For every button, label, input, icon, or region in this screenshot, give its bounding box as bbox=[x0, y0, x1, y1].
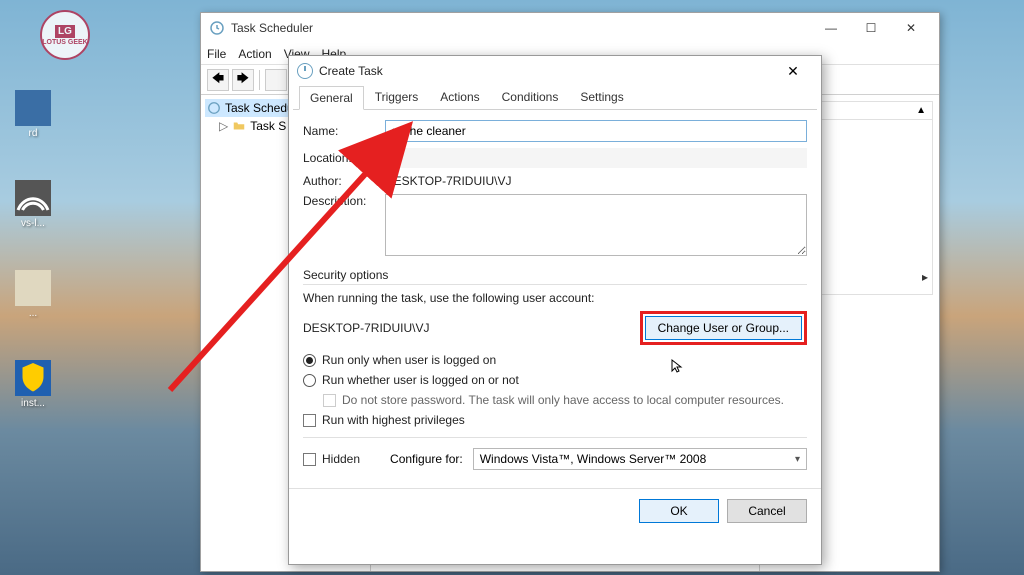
tab-actions[interactable]: Actions bbox=[429, 85, 490, 109]
checkbox-highest-privileges[interactable]: Run with highest privileges bbox=[303, 413, 807, 427]
tab-conditions[interactable]: Conditions bbox=[491, 85, 570, 109]
location-value: \ bbox=[385, 148, 807, 168]
dialog-title: Create Task bbox=[319, 64, 383, 78]
cancel-button[interactable]: Cancel bbox=[727, 499, 807, 523]
annotation-highlight: Change User or Group... bbox=[640, 311, 807, 345]
close-button[interactable]: ✕ bbox=[773, 60, 813, 82]
desktop-icon[interactable]: inst... bbox=[8, 360, 58, 409]
tab-general[interactable]: General bbox=[299, 86, 364, 110]
radio-label: Run whether user is logged on or not bbox=[322, 373, 519, 387]
maximize-button[interactable]: ☐ bbox=[851, 17, 891, 39]
author-value: DESKTOP-7RIDUIU\VJ bbox=[385, 174, 807, 188]
radio-run-whether[interactable]: Run whether user is logged on or not bbox=[303, 373, 807, 387]
security-account: DESKTOP-7RIDUIU\VJ bbox=[303, 321, 630, 335]
checkbox-icon bbox=[323, 394, 336, 407]
tab-bar: General Triggers Actions Conditions Sett… bbox=[293, 86, 817, 110]
clock-icon bbox=[209, 20, 225, 36]
location-label: Location: bbox=[303, 151, 377, 165]
name-label: Name: bbox=[303, 124, 377, 138]
desktop-icon-label: rd bbox=[29, 128, 38, 139]
checkbox-label: Do not store password. The task will onl… bbox=[342, 393, 784, 407]
change-user-group-button[interactable]: Change User or Group... bbox=[645, 316, 802, 340]
desktop-icon[interactable]: vs-l... bbox=[8, 180, 58, 229]
forward-button[interactable]: 🡆 bbox=[232, 69, 254, 91]
checkbox-label: Hidden bbox=[322, 452, 360, 466]
folder-icon bbox=[232, 119, 246, 133]
checkbox-icon bbox=[303, 453, 316, 466]
desktop-icon[interactable]: ... bbox=[8, 270, 58, 319]
desktop-icon[interactable]: rd bbox=[8, 90, 58, 139]
radio-icon bbox=[303, 374, 316, 387]
titlebar[interactable]: Task Scheduler — ☐ ✕ bbox=[201, 13, 939, 43]
collapse-icon[interactable]: ▲ bbox=[916, 105, 926, 116]
security-options-header: Security options bbox=[303, 268, 807, 285]
minimize-button[interactable]: — bbox=[811, 17, 851, 39]
name-input[interactable] bbox=[385, 120, 807, 142]
description-input[interactable] bbox=[385, 194, 807, 256]
close-button[interactable]: ✕ bbox=[891, 17, 931, 39]
window-title: Task Scheduler bbox=[231, 21, 313, 35]
clock-icon bbox=[207, 101, 221, 115]
description-label: Description: bbox=[303, 194, 377, 208]
desktop-icon-label: vs-l... bbox=[21, 218, 45, 229]
create-task-dialog: Create Task ✕ General Triggers Actions C… bbox=[288, 55, 822, 565]
back-button[interactable]: 🡄 bbox=[207, 69, 229, 91]
radio-icon bbox=[303, 354, 316, 367]
tree-node-label: Task S bbox=[250, 119, 286, 133]
author-label: Author: bbox=[303, 174, 377, 188]
menu-action[interactable]: Action bbox=[238, 47, 271, 61]
checkbox-label: Run with highest privileges bbox=[322, 413, 465, 427]
tab-settings[interactable]: Settings bbox=[569, 85, 634, 109]
configure-for-combo[interactable]: Windows Vista™, Windows Server™ 2008 ▾ bbox=[473, 448, 807, 470]
menu-file[interactable]: File bbox=[207, 47, 226, 61]
checkbox-icon bbox=[303, 414, 316, 427]
clock-icon bbox=[297, 63, 313, 79]
tab-triggers[interactable]: Triggers bbox=[364, 85, 430, 109]
radio-run-logged-on[interactable]: Run only when user is logged on bbox=[303, 353, 807, 367]
desktop-icon-label: inst... bbox=[21, 398, 45, 409]
watermark-logo: LG LOTUS GEEK bbox=[40, 10, 90, 60]
ok-button[interactable]: OK bbox=[639, 499, 719, 523]
radio-label: Run only when user is logged on bbox=[322, 353, 496, 367]
cursor-icon bbox=[670, 358, 686, 377]
chevron-down-icon: ▾ bbox=[795, 454, 800, 465]
security-when-running: When running the task, use the following… bbox=[303, 291, 807, 305]
configure-for-label: Configure for: bbox=[390, 452, 463, 466]
toolbar-button[interactable] bbox=[265, 69, 287, 91]
combo-value: Windows Vista™, Windows Server™ 2008 bbox=[480, 452, 707, 466]
checkbox-no-store-password: Do not store password. The task will onl… bbox=[323, 393, 807, 407]
desktop-icon-label: ... bbox=[29, 308, 37, 319]
dialog-titlebar[interactable]: Create Task ✕ bbox=[289, 56, 821, 86]
checkbox-hidden[interactable]: Hidden bbox=[303, 452, 360, 466]
